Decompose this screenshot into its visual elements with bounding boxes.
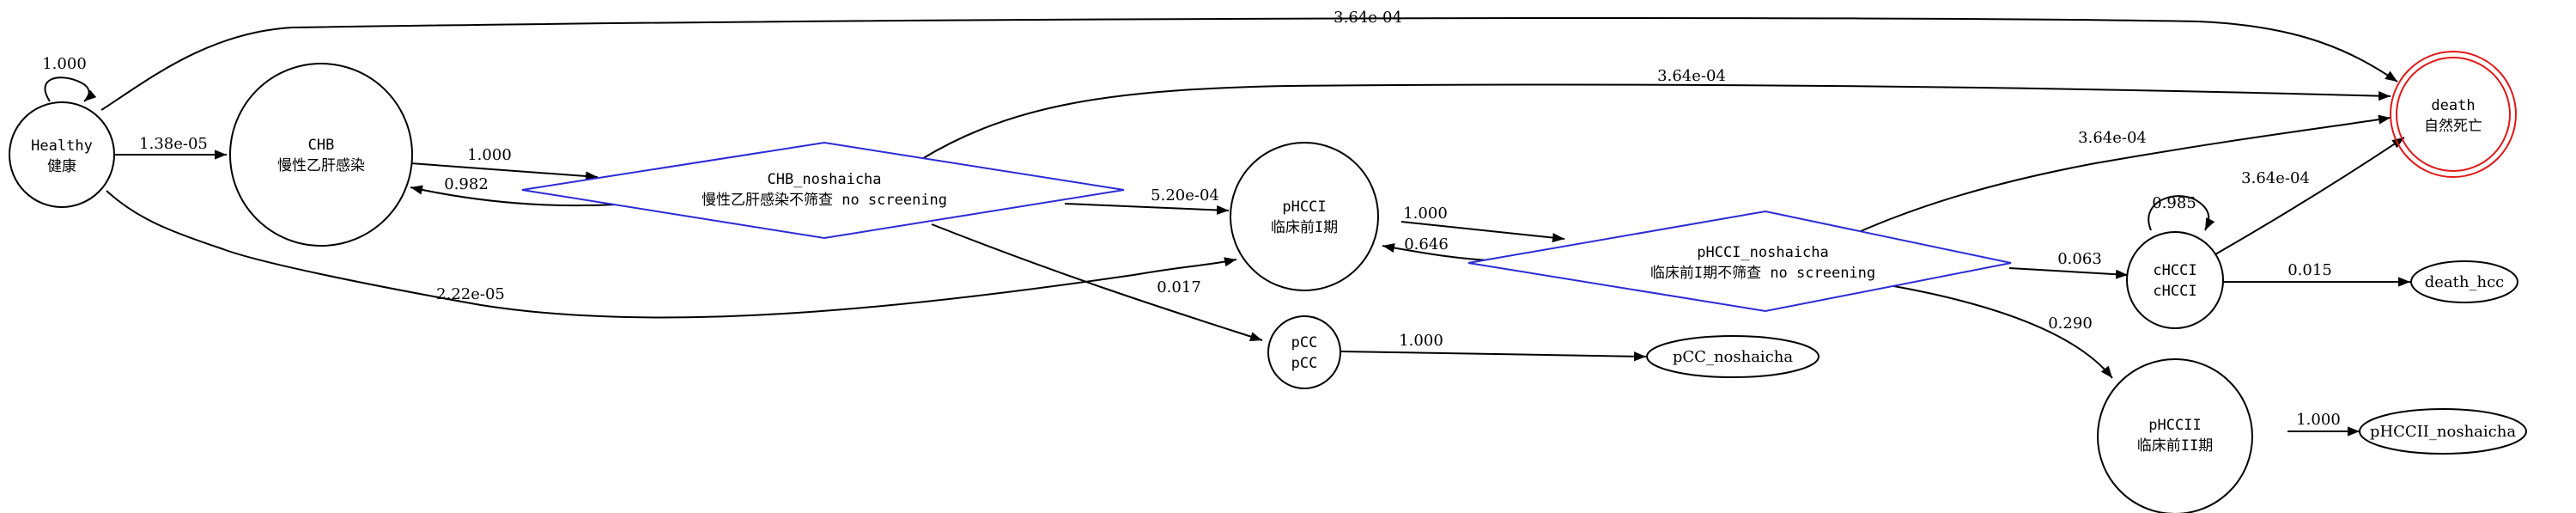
edge-pcc-pccns (1340, 351, 1647, 362)
node-phcci: pHCCI 临床前I期 (1230, 142, 1379, 291)
node-death-sublabel: 自然死亡 (2424, 118, 2482, 135)
node-chb-noshaicha: CHB_noshaicha 慢性乙肝感染不筛查 no screening (521, 141, 1125, 240)
node-healthy-label: Healthy (31, 137, 93, 155)
node-death-hcc: death_hcc (2410, 260, 2518, 303)
edge-label-phccii-phcciins: 1.000 (2296, 411, 2341, 429)
edge-chb-chbns (410, 162, 598, 181)
edge-label-healthy-death: 3.64e-04 (1334, 9, 1402, 27)
node-death-hcc-label: death_hcc (2425, 273, 2505, 291)
node-death: death 自然死亡 (2390, 51, 2517, 178)
edge-label-phcci-phccins: 1.000 (1403, 205, 1448, 223)
edge-label-chbns-chb: 0.982 (444, 175, 489, 193)
node-pcc-noshaicha-label: pCC_noshaicha (1673, 348, 1793, 366)
edge-healthy-self (44, 76, 97, 102)
node-phccii: pHCCII 临床前II期 (2097, 358, 2253, 513)
edge-label-phccins-phcci: 0.646 (1404, 235, 1449, 253)
node-pcc-sublabel: pCC (1291, 355, 1318, 372)
state-transition-diagram: 1.000 1.38e-05 3.64e-04 2.22e-05 1.000 0… (9, 9, 2527, 513)
node-chb-noshaicha-sublabel: 慢性乙肝感染不筛查 no screening (702, 191, 947, 209)
node-phcci-noshaicha: pHCCI_noshaicha 临床前I期不筛查 no screening (1467, 210, 2012, 313)
node-phccii-noshaicha-label: pHCCII_noshaicha (2370, 423, 2516, 441)
node-phcci-sublabel: 临床前I期 (1271, 219, 1338, 236)
node-pcc: pCC pCC (1267, 315, 1341, 389)
node-phcci-noshaicha-sublabel: 临床前I期不筛查 no screening (1650, 265, 1875, 282)
node-chb-label: CHB (308, 137, 335, 154)
node-chcci-sublabel: cHCCI (2153, 283, 2196, 300)
edges: 1.000 1.38e-05 3.64e-04 2.22e-05 1.000 0… (42, 9, 2410, 437)
node-phccii-noshaicha: pHCCII_noshaicha (2359, 408, 2527, 455)
node-pcc-noshaicha: pCC_noshaicha (1646, 335, 1820, 378)
edge-label-chbns-death: 3.64e-04 (1657, 67, 1726, 85)
edge-label-phccins-chcci: 0.063 (2057, 250, 2102, 268)
node-chcci: cHCCI cHCCI (2126, 231, 2224, 329)
edge-label-healthy-phcci: 2.22e-05 (436, 285, 505, 303)
edge-label-chcci-self: 0.985 (2152, 194, 2196, 212)
node-chcci-label: cHCCI (2153, 262, 2196, 279)
edge-label-pcc-pccns: 1.000 (1399, 332, 1443, 350)
node-chb: CHB 慢性乙肝感染 (229, 63, 413, 247)
edge-healthy-death (100, 16, 2398, 111)
edge-chbns-death (920, 83, 2391, 161)
edge-phccins-chcci (2008, 267, 2129, 279)
node-death-label: death (2431, 97, 2475, 114)
edge-label-chb-chbns: 1.000 (467, 146, 512, 164)
node-chb-noshaicha-label: CHB_noshaicha (767, 171, 881, 188)
node-phcci-label: pHCCI (1282, 198, 1326, 216)
edge-chbns-phcci (1064, 203, 1230, 216)
node-phcci-noshaicha-label: pHCCI_noshaicha (1697, 244, 1829, 261)
edge-label-chcci-death: 3.64e-04 (2241, 169, 2310, 187)
edge-chbns-pcc (931, 223, 1263, 341)
edge-label-phccins-death: 3.64e-04 (2078, 129, 2147, 147)
edge-label-chbns-phcci: 5.20e-04 (1151, 186, 1219, 205)
node-healthy-sublabel: 健康 (47, 158, 76, 175)
node-phccii-sublabel: 临床前II期 (2137, 437, 2213, 455)
node-chb-sublabel: 慢性乙肝感染 (277, 156, 365, 174)
nodes: Healthy 健康 CHB 慢性乙肝感染 CHB_noshaicha 慢性乙肝… (9, 51, 2527, 513)
edge-label-chbns-pcc: 0.017 (1157, 278, 1201, 296)
edge-label-phccins-phccii: 0.290 (2048, 315, 2093, 333)
node-phccii-label: pHCCII (2148, 417, 2201, 434)
edge-chcci-death (2215, 137, 2405, 255)
node-pcc-label: pCC (1291, 334, 1318, 351)
edge-label-healthy-self: 1.000 (42, 55, 87, 73)
edge-label-healthy-chb: 1.38e-05 (139, 135, 208, 153)
node-healthy: Healthy 健康 (9, 101, 115, 208)
edge-label-chcci-deathhcc: 0.015 (2287, 261, 2332, 279)
